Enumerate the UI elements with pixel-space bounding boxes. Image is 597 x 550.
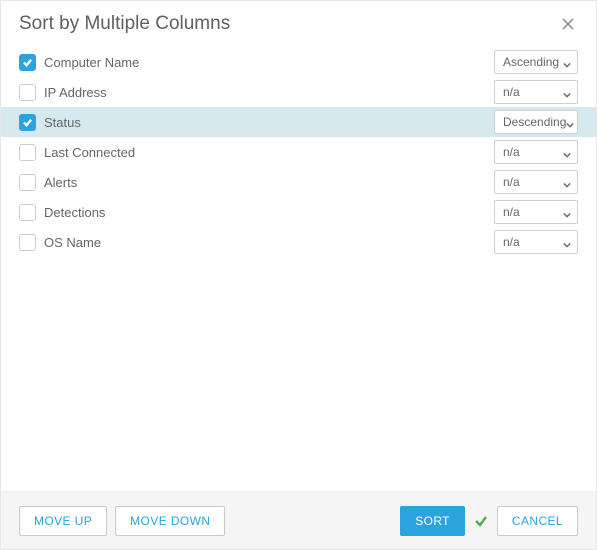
column-label: OS Name (44, 235, 101, 250)
column-row-left: Alerts (19, 174, 77, 191)
move-up-button[interactable]: MOVE UP (19, 506, 107, 536)
column-checkbox[interactable] (19, 174, 36, 191)
column-row-left: Computer Name (19, 54, 139, 71)
sort-button[interactable]: SORT (400, 506, 465, 536)
column-checkbox[interactable] (19, 54, 36, 71)
chevron-down-icon (566, 118, 574, 126)
column-label: Alerts (44, 175, 77, 190)
direction-select[interactable]: Descending (494, 110, 578, 134)
direction-value: n/a (503, 205, 520, 219)
column-row-left: Status (19, 114, 81, 131)
column-checkbox[interactable] (19, 144, 36, 161)
close-icon (562, 18, 574, 30)
column-row[interactable]: IP Address n/a (19, 77, 578, 107)
column-row[interactable]: Status Descending (1, 107, 596, 137)
column-row-left: IP Address (19, 84, 107, 101)
column-row-left: OS Name (19, 234, 101, 251)
column-label: IP Address (44, 85, 107, 100)
direction-value: n/a (503, 175, 520, 189)
direction-select[interactable]: Ascending (494, 50, 578, 74)
direction-value: n/a (503, 85, 520, 99)
dialog-title: Sort by Multiple Columns (19, 13, 230, 35)
sort-success-icon (473, 513, 489, 529)
checkmark-icon (22, 57, 33, 68)
direction-select[interactable]: n/a (494, 140, 578, 164)
column-row[interactable]: OS Name n/a (19, 227, 578, 257)
cancel-button[interactable]: CANCEL (497, 506, 578, 536)
close-button[interactable] (558, 14, 578, 34)
column-row[interactable]: Alerts n/a (19, 167, 578, 197)
column-checkbox[interactable] (19, 204, 36, 221)
column-label: Status (44, 115, 81, 130)
direction-select[interactable]: n/a (494, 200, 578, 224)
checkmark-icon (22, 117, 33, 128)
chevron-down-icon (563, 238, 571, 246)
column-checkbox[interactable] (19, 114, 36, 131)
chevron-down-icon (563, 148, 571, 156)
chevron-down-icon (563, 88, 571, 96)
column-label: Detections (44, 205, 105, 220)
dialog-header: Sort by Multiple Columns (1, 1, 596, 41)
direction-select[interactable]: n/a (494, 170, 578, 194)
move-down-button[interactable]: MOVE DOWN (115, 506, 225, 536)
column-checkbox[interactable] (19, 84, 36, 101)
dialog-footer: MOVE UP MOVE DOWN SORT CANCEL (1, 491, 596, 549)
direction-select[interactable]: n/a (494, 230, 578, 254)
column-checkbox[interactable] (19, 234, 36, 251)
column-row[interactable]: Last Connected n/a (19, 137, 578, 167)
footer-left-group: MOVE UP MOVE DOWN (19, 506, 225, 536)
direction-select[interactable]: n/a (494, 80, 578, 104)
column-label: Last Connected (44, 145, 135, 160)
column-row-left: Detections (19, 204, 105, 221)
footer-right-group: SORT CANCEL (400, 506, 578, 536)
columns-list: Computer Name Ascending IP Address n/a Statu… (1, 41, 596, 491)
chevron-down-icon (563, 58, 571, 66)
chevron-down-icon (563, 178, 571, 186)
column-row-left: Last Connected (19, 144, 135, 161)
direction-value: Ascending (503, 55, 559, 69)
sort-dialog: Sort by Multiple Columns Computer Name As… (0, 0, 597, 550)
direction-value: n/a (503, 145, 520, 159)
chevron-down-icon (563, 208, 571, 216)
column-label: Computer Name (44, 55, 139, 70)
column-row[interactable]: Detections n/a (19, 197, 578, 227)
column-row[interactable]: Computer Name Ascending (19, 47, 578, 77)
direction-value: n/a (503, 235, 520, 249)
direction-value: Descending (503, 115, 566, 129)
